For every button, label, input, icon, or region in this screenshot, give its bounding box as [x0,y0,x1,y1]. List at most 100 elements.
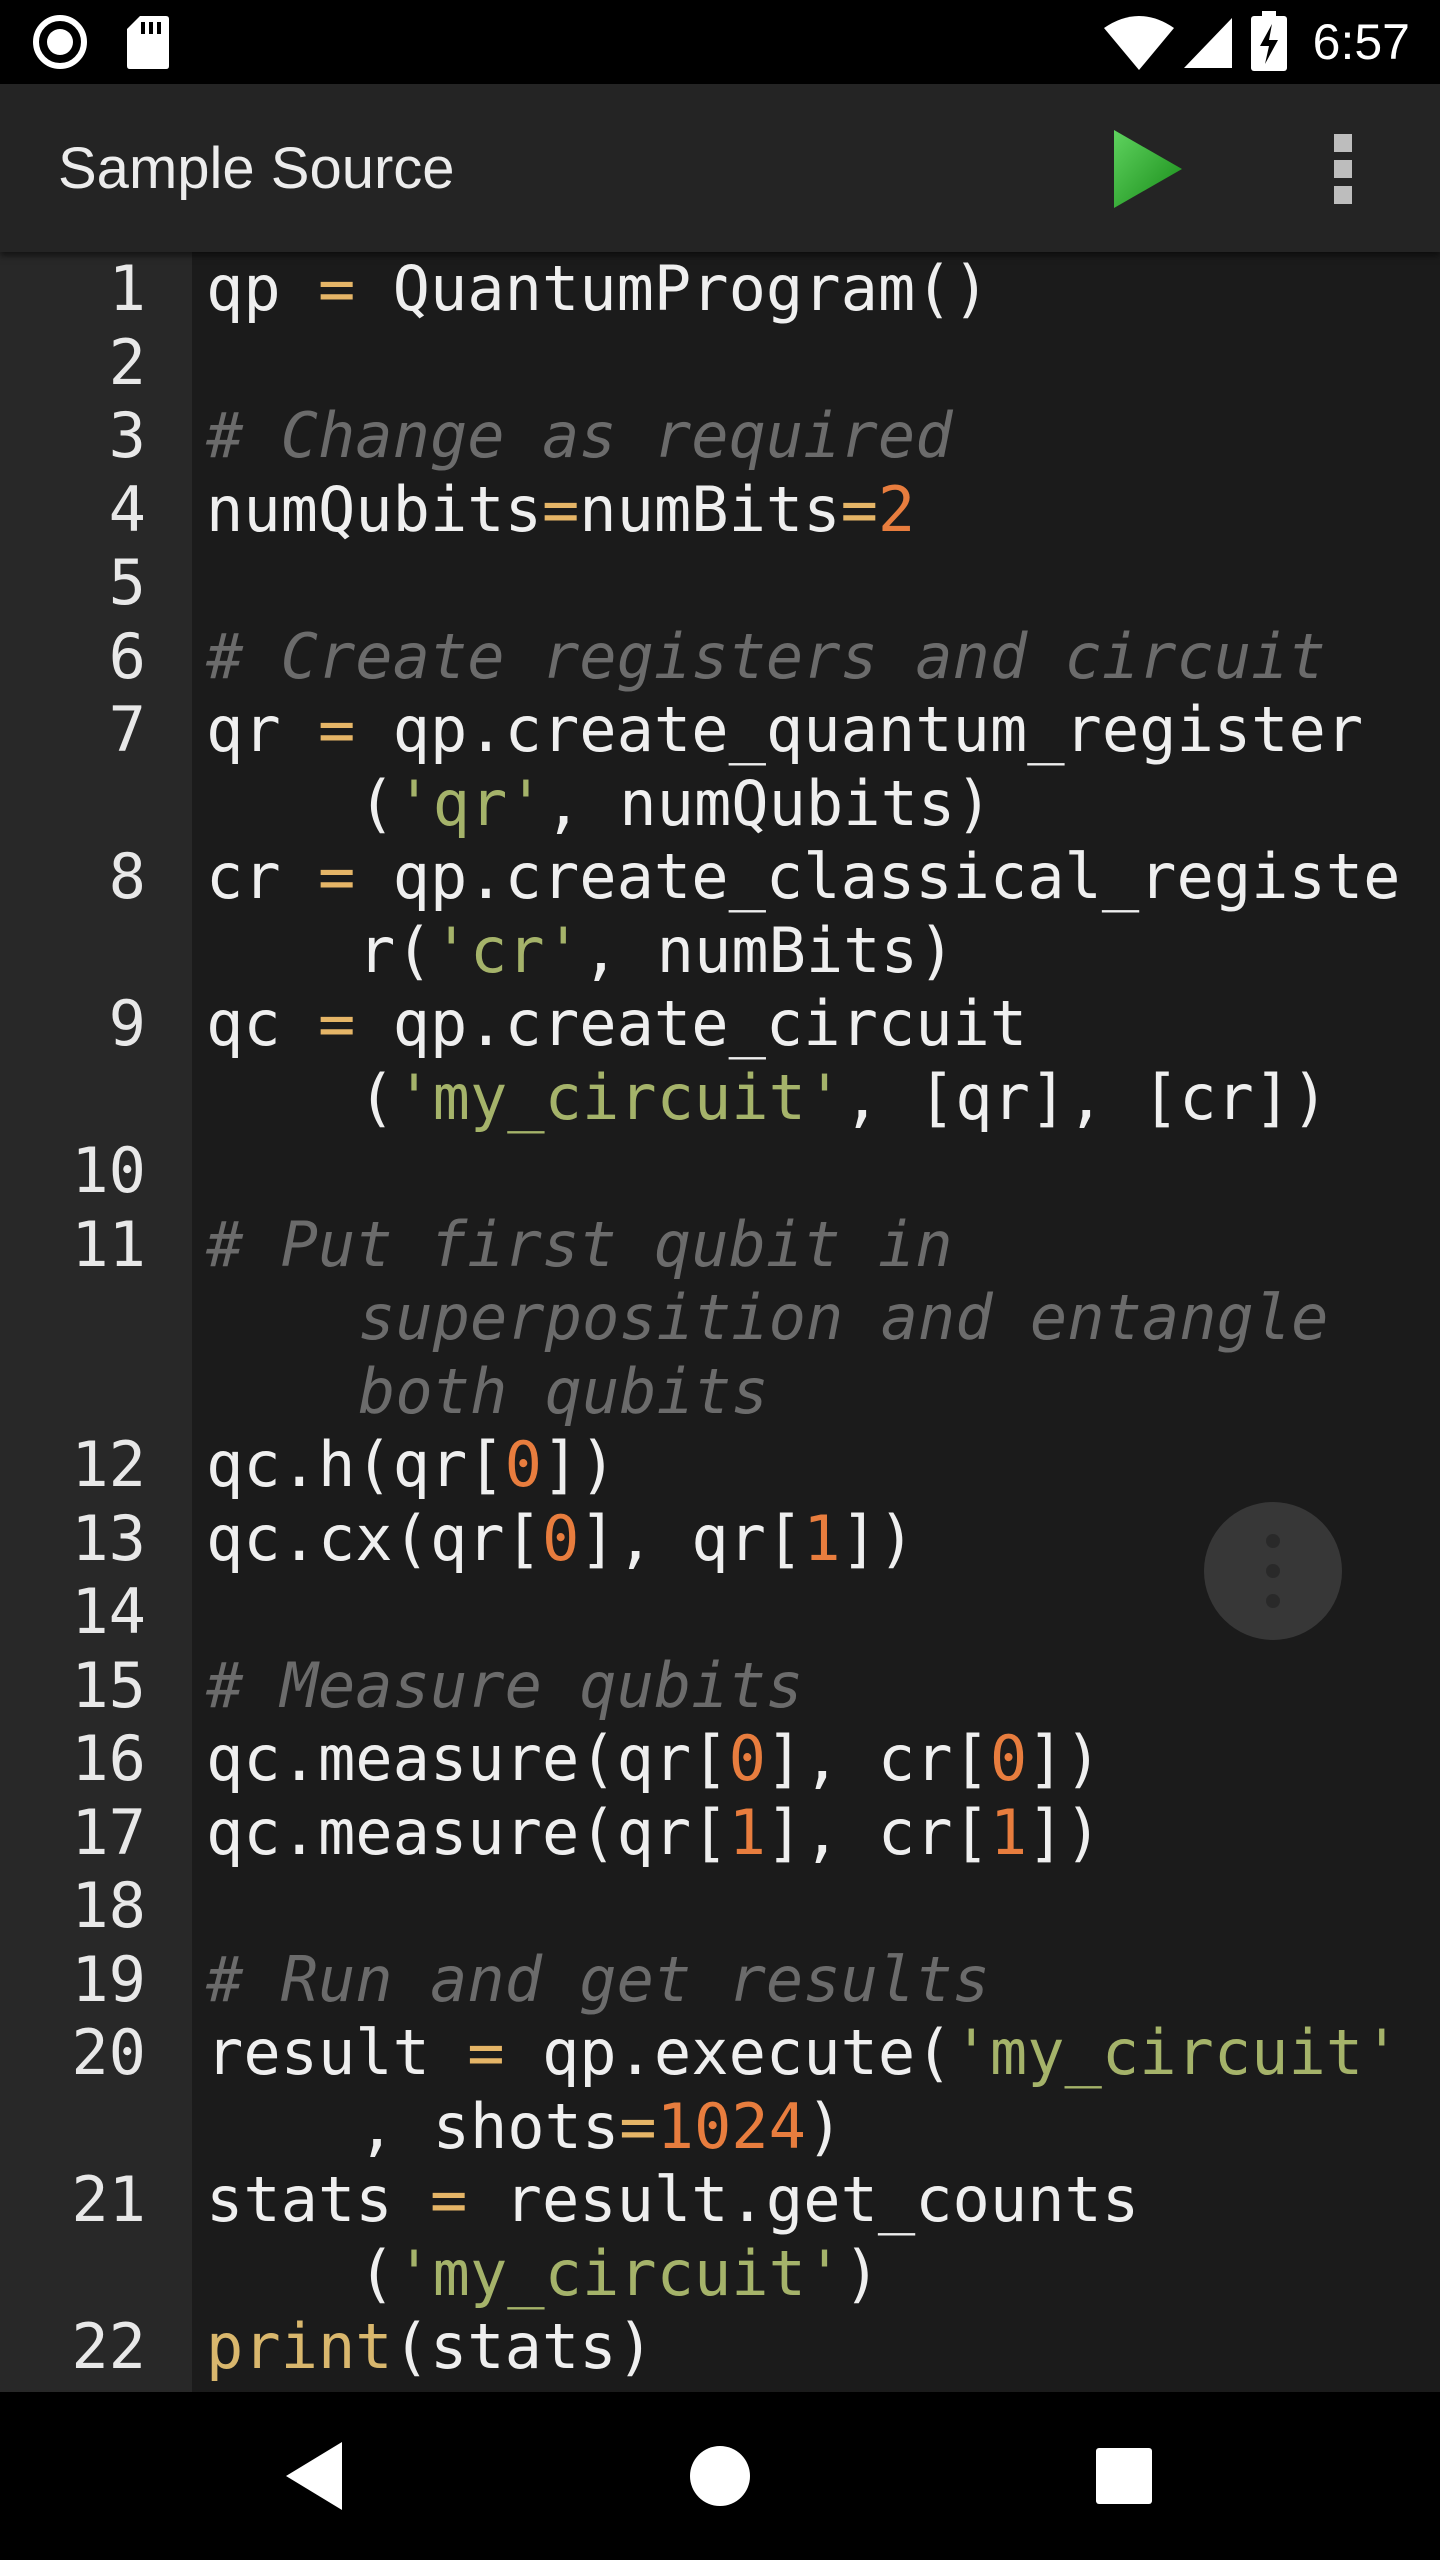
line-number: 13 [71,1501,146,1575]
code-text: qc.measure(qr[1], cr[1]) [206,1796,1436,1870]
code-segment: result = qp.execute('my_circuit' [206,2016,1436,2090]
cell-signal-icon [1184,18,1232,68]
code-token: print [206,2310,393,2383]
code-segment: qc.h(qr[0]) [206,1428,1436,1502]
code-token: # Run and get results [206,1942,990,2016]
battery-charging-icon [1251,11,1287,71]
code-segment: qc.measure(qr[1], cr[1]) [206,1796,1436,1870]
code-line[interactable]: 22 print(stats) [0,2310,1440,2384]
code-token: 'my_circuit' [395,2236,844,2310]
line-number: 11 [71,1207,146,1281]
code-line[interactable]: 21 stats = result.get_counts ('my_circuit'… [0,2163,1440,2310]
home-circle-icon [690,2446,750,2506]
code-segment: numQubits=numBits=2 [206,473,1436,547]
code-line[interactable]: 6 # Create registers and circuit [0,620,1440,694]
code-text: # Measure qubits [206,1649,1436,1723]
code-line[interactable]: 8 cr = qp.create_classical_registe r('cr',… [0,840,1440,987]
wrapped-code-segment: superposition and entangle [206,1281,1436,1355]
code-token: ]) [541,1428,617,1501]
record-icon [33,15,87,69]
code-text: stats = result.get_counts ('my_circuit') [206,2163,1436,2310]
back-triangle-icon [286,2442,342,2510]
code-text: # Change as required [206,399,1436,473]
code-token: ( [358,766,396,840]
code-token: numQubits [206,472,542,546]
code-token: ], cr[ [765,1795,990,1869]
code-token: # Measure qubits [206,1648,804,1722]
fast-scroll-handle[interactable] [1204,1502,1342,1640]
code-segment: # Change as required [206,399,1436,473]
code-token: ], qr[ [579,1501,804,1575]
code-line[interactable]: 7 qr = qp.create_quantum_register ('qr', n… [0,693,1440,840]
code-line[interactable]: 2 [0,326,1440,400]
code-token: 0 [504,1428,542,1501]
code-line[interactable]: 12 qc.h(qr[0]) [0,1428,1440,1502]
line-number: 22 [71,2310,146,2383]
code-line[interactable]: 17 qc.measure(qr[1], cr[1]) [0,1796,1440,1870]
code-token: 1 [728,1795,766,1869]
line-number: 4 [108,472,146,546]
wrapped-code-segment: ('qr', numQubits) [206,767,1436,841]
code-token: ]) [1027,1722,1102,1795]
line-number: 14 [71,1575,146,1648]
back-button[interactable] [276,2434,360,2518]
code-text: cr = qp.create_classical_registe r('cr', … [206,840,1436,987]
code-token: ], cr[ [765,1722,990,1795]
home-button[interactable] [678,2434,762,2518]
code-line[interactable]: 18 [0,1869,1440,1943]
code-token: result [206,2016,468,2089]
code-token: ) [805,2089,844,2163]
code-line[interactable]: 16 qc.measure(qr[0], cr[0]) [0,1722,1440,1796]
sd-card-icon [127,16,169,69]
more-options-button[interactable] [1312,124,1372,214]
code-token: 'my_circuit' [395,1060,844,1134]
code-token: both qubits [358,1354,769,1428]
code-token: = [840,472,878,546]
code-token: ( [358,2236,396,2310]
line-number: 7 [108,693,146,766]
code-line[interactable]: 1 qp = QuantumProgram() [0,252,1440,326]
run-button[interactable] [1100,124,1190,214]
code-line[interactable]: 5 [0,546,1440,620]
code-segment: qc = qp.create_circuit [206,987,1436,1061]
code-token: = [429,2163,468,2236]
line-number: 21 [71,2163,146,2236]
line-number: 10 [71,1134,146,1207]
code-token: , numBits) [581,913,956,987]
code-token: , shots [358,2089,620,2163]
code-token: 0 [541,1501,580,1575]
code-token: = [317,987,356,1060]
code-token: QuantumProgram() [355,252,990,325]
code-line[interactable]: 3 # Change as required [0,399,1440,473]
code-segment: qc.measure(qr[0], cr[0]) [206,1722,1436,1796]
code-token: 'qr' [395,766,545,840]
code-token: # Create registers and circuit [206,619,1326,693]
code-token: qp.create_circuit [355,987,1028,1060]
code-token: # Change as required [206,399,953,472]
recents-square-icon [1096,2448,1152,2504]
line-number: 3 [108,399,146,472]
line-number: 20 [71,2016,146,2089]
code-text: qp = QuantumProgram() [206,252,1436,326]
code-token: qc [206,987,318,1060]
code-text: print(stats) [206,2310,1436,2384]
code-editor[interactable]: 1 qp = QuantumProgram() 2 3 # Change as req… [0,252,1440,2392]
code-line[interactable]: 4 numQubits=numBits=2 [0,473,1440,547]
code-text [206,546,1436,620]
code-token: result.get_counts [467,2163,1140,2236]
line-number: 5 [108,546,146,619]
code-token: numBits [579,472,841,546]
code-line[interactable]: 11 # Put first qubit in superposition and … [0,1208,1440,1429]
code-line[interactable]: 15 # Measure qubits [0,1649,1440,1723]
code-line[interactable]: 10 [0,1134,1440,1208]
code-line[interactable]: 9 qc = qp.create_circuit ('my_circuit', [q… [0,987,1440,1134]
code-line[interactable]: 20 result = qp.execute('my_circuit', shot… [0,2016,1440,2163]
code-token: qc.cx(qr[ [206,1501,542,1575]
code-line[interactable]: 19 # Run and get results [0,1943,1440,2017]
recents-button[interactable] [1082,2434,1166,2518]
code-segment: qr = qp.create_quantum_register [206,693,1436,767]
code-token: # Put first qubit in [206,1207,953,1281]
